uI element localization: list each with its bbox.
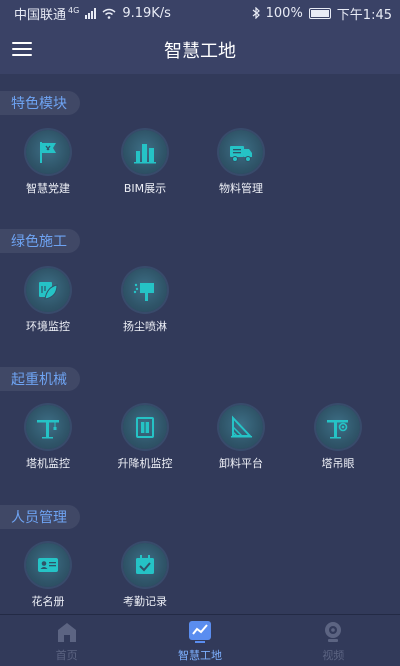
tile-attendance-records[interactable]: 考勤记录 xyxy=(97,543,193,609)
network-tag: 4G xyxy=(68,5,80,15)
tile-roster[interactable]: 花名册 xyxy=(0,543,96,609)
section-title-featured: 特色模块 xyxy=(0,91,80,115)
tab-label: 首页 xyxy=(55,648,78,662)
battery-percent: 100% xyxy=(265,5,303,21)
tile-dust-spray[interactable]: 扬尘喷淋 xyxy=(97,268,193,334)
tile-label: 物料管理 xyxy=(219,182,263,195)
tile-label: 扬尘喷淋 xyxy=(123,320,167,333)
tile-label: 智慧党建 xyxy=(26,182,70,195)
tower-crane-icon xyxy=(37,420,59,439)
crane-eye-icon xyxy=(327,420,348,439)
carrier-name: 中国联通 xyxy=(14,7,67,23)
monitor-chart-icon xyxy=(188,620,211,643)
tile-label: 考勤记录 xyxy=(123,595,167,608)
tile-tower-crane-monitor[interactable]: 塔机监控 xyxy=(0,405,96,471)
status-bar: 中国联通 4G 9.19K/s 100% 下午1:45 xyxy=(0,0,400,26)
signal-icon xyxy=(85,7,97,19)
tile-label: 塔吊眼 xyxy=(321,457,355,470)
tile-environment-monitor[interactable]: 环境监控 xyxy=(0,268,96,334)
tile-label: 升降机监控 xyxy=(117,457,173,470)
building-icon xyxy=(134,144,156,164)
bottom-tab-bar: 首页 智慧工地 视频 xyxy=(0,614,400,666)
bluetooth-icon xyxy=(252,7,260,19)
section-title-lifting-machinery: 起重机械 xyxy=(0,367,80,391)
tile-bim-display[interactable]: BIM展示 xyxy=(97,130,193,196)
main-content: 特色模块 智慧党建 BIM展示 物料管理 绿色施工 环境监控 扬尘喷淋 起重机械… xyxy=(0,74,400,614)
platform-icon xyxy=(231,415,253,438)
tile-party-building[interactable]: 智慧党建 xyxy=(0,130,96,196)
tile-crane-eye[interactable]: 塔吊眼 xyxy=(290,405,386,471)
section-title-personnel: 人员管理 xyxy=(0,505,80,529)
calendar-check-icon xyxy=(136,555,154,574)
tab-label: 智慧工地 xyxy=(177,648,222,662)
flag-icon xyxy=(40,142,56,163)
tile-material-management[interactable]: 物料管理 xyxy=(193,130,289,196)
tab-video[interactable]: 视频 xyxy=(267,615,400,666)
leaf-icon xyxy=(39,282,58,300)
status-time: 下午1:45 xyxy=(336,7,392,23)
camera-icon xyxy=(325,621,342,642)
elevator-icon xyxy=(136,417,154,438)
tab-home[interactable]: 首页 xyxy=(0,615,133,666)
tab-label: 视频 xyxy=(322,648,345,662)
spray-icon xyxy=(133,283,154,301)
home-icon xyxy=(57,622,76,642)
menu-icon[interactable] xyxy=(12,40,32,58)
status-right: 100% 下午1:45 xyxy=(252,4,392,23)
tab-smart-site[interactable]: 智慧工地 xyxy=(133,615,266,666)
battery-icon xyxy=(308,7,331,19)
tile-label: 卸料平台 xyxy=(219,457,263,470)
tile-label: BIM展示 xyxy=(123,182,167,195)
truck-icon xyxy=(230,146,252,162)
status-left: 中国联通 4G 9.19K/s xyxy=(14,4,171,23)
tile-unloading-platform[interactable]: 卸料平台 xyxy=(193,405,289,471)
page-title: 智慧工地 xyxy=(164,41,236,62)
id-card-icon xyxy=(38,558,58,572)
tile-elevator-monitor[interactable]: 升降机监控 xyxy=(97,405,193,471)
app-header: 智慧工地 xyxy=(0,26,400,74)
wifi-icon xyxy=(102,8,116,19)
tile-label: 塔机监控 xyxy=(26,457,70,470)
section-title-green-construction: 绿色施工 xyxy=(0,229,80,253)
network-speed: 9.19K/s xyxy=(122,5,171,21)
tile-label: 花名册 xyxy=(31,595,65,608)
tile-label: 环境监控 xyxy=(26,320,70,333)
